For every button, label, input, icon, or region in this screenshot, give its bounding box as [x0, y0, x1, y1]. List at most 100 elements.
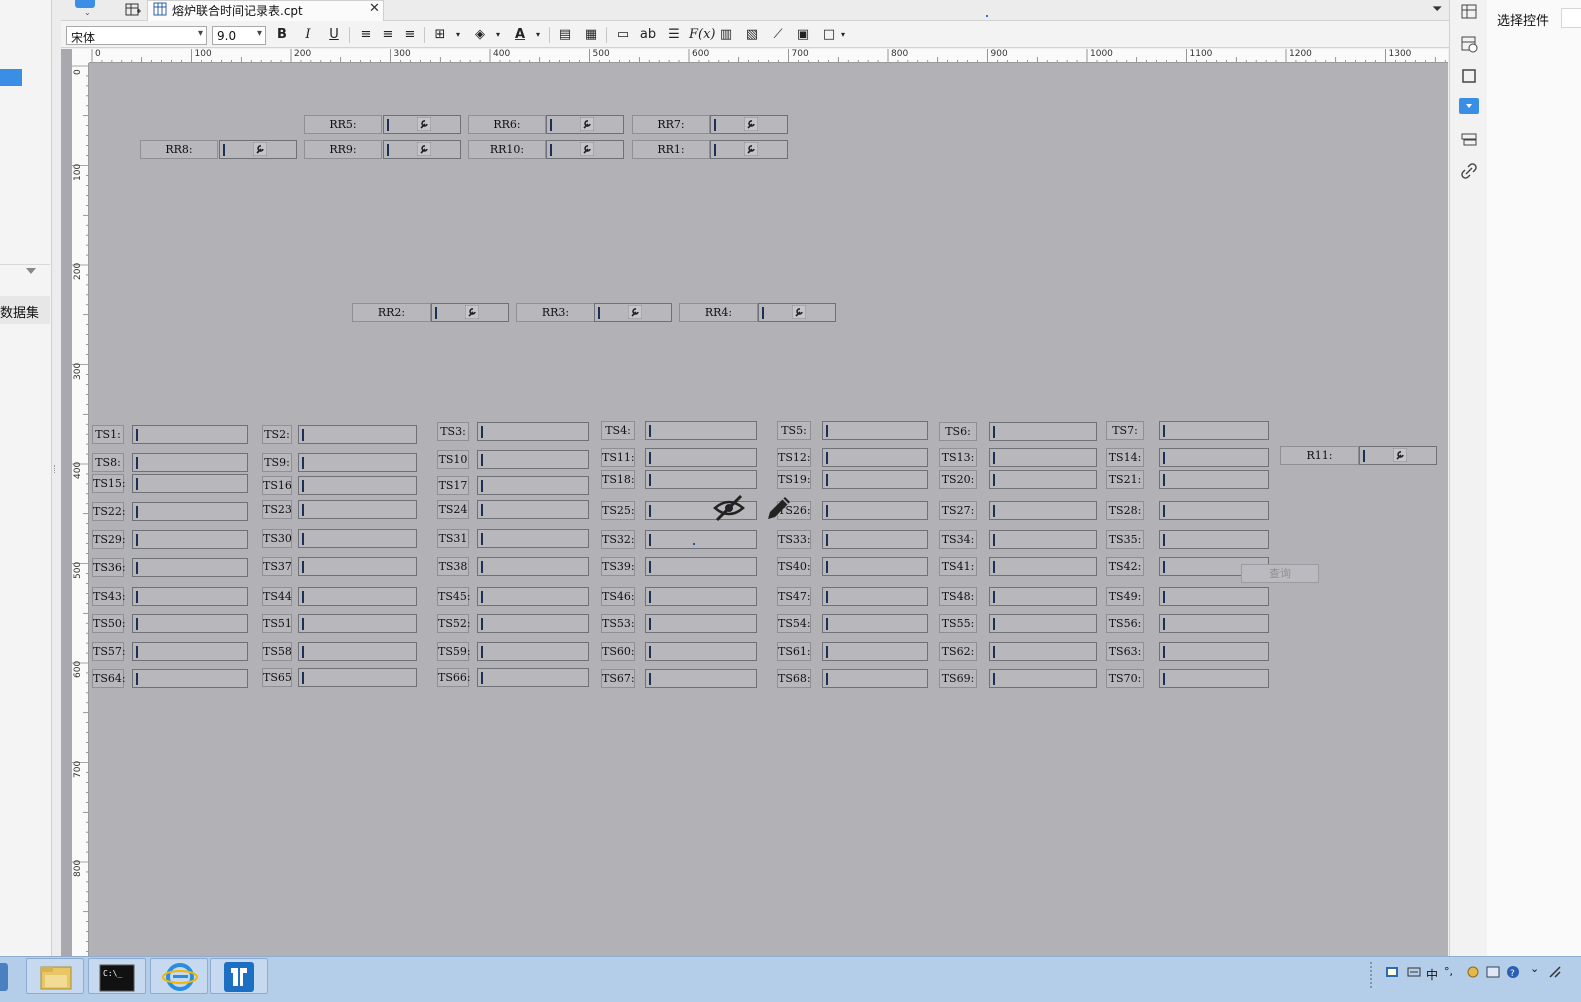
ts-text-input[interactable]: [298, 614, 417, 633]
ts-text-input[interactable]: [822, 642, 928, 661]
wrench-icon[interactable]: [792, 305, 806, 319]
ts-text-input[interactable]: [645, 421, 757, 440]
align-center-icon[interactable]: ≡: [379, 26, 397, 44]
punctuation-icon[interactable]: °,: [1444, 965, 1453, 978]
ts-text-input[interactable]: [645, 642, 757, 661]
ts-text-input[interactable]: [298, 642, 417, 661]
ts-text-input[interactable]: [477, 557, 589, 576]
ts-text-input[interactable]: [822, 587, 928, 606]
wrench-icon[interactable]: [417, 117, 431, 131]
ts-text-input[interactable]: [298, 587, 417, 606]
taskbar-designer-button[interactable]: [210, 958, 268, 994]
ts-text-input[interactable]: [1159, 614, 1269, 633]
ts-text-input[interactable]: [989, 501, 1097, 520]
ts-text-input[interactable]: [645, 448, 757, 467]
splitter-grip-icon[interactable]: [54, 465, 56, 473]
widget-settings-icon[interactable]: [1459, 98, 1479, 114]
wrench-icon[interactable]: [744, 142, 758, 156]
ts-text-input[interactable]: [645, 470, 757, 489]
tree-combo-input[interactable]: [431, 303, 509, 322]
tree-combo-input[interactable]: [758, 303, 836, 322]
start-button-edge[interactable]: [0, 963, 8, 991]
ts-text-input[interactable]: [645, 587, 757, 606]
ts-text-input[interactable]: [1159, 448, 1269, 467]
italic-button[interactable]: I: [299, 26, 317, 44]
tree-combo-input[interactable]: [594, 303, 672, 322]
ts-text-input[interactable]: [298, 500, 417, 519]
left-panel-selected-item[interactable]: [0, 69, 22, 86]
ts-text-input[interactable]: [132, 614, 248, 633]
ts-text-input[interactable]: [822, 614, 928, 633]
keyboard-icon[interactable]: [1407, 965, 1421, 979]
taskbar-cmd-button[interactable]: C:\_: [88, 958, 146, 994]
subreport-icon[interactable]: ▣: [794, 26, 812, 44]
form-design-canvas[interactable]: RR5: RR6: RR7: RR8: RR9: RR10: RR1: RR2: RR3: RR4…: [89, 63, 1448, 963]
tray-settings-icon[interactable]: [1466, 965, 1480, 979]
ts-text-input[interactable]: [298, 425, 417, 444]
ts-text-input[interactable]: [822, 501, 928, 520]
taskbar-ie-button[interactable]: [150, 958, 208, 994]
panel-splitter[interactable]: [52, 0, 61, 963]
wrench-icon[interactable]: [253, 142, 267, 156]
crop-icon[interactable]: [1459, 66, 1479, 86]
chevron-down-icon[interactable]: ▾: [257, 28, 262, 39]
ts-text-input[interactable]: [132, 474, 248, 493]
ts-text-input[interactable]: [645, 530, 757, 549]
ts-text-input[interactable]: [1159, 669, 1269, 688]
insert-text-button[interactable]: ab: [639, 26, 657, 44]
ts-text-input[interactable]: [989, 587, 1097, 606]
new-report-icon[interactable]: [125, 2, 141, 18]
fill-color-icon[interactable]: ◈: [471, 26, 489, 44]
border-icon[interactable]: ⊞: [431, 26, 449, 44]
edit-pencil-icon[interactable]: [762, 491, 796, 525]
ts-text-input[interactable]: [989, 669, 1097, 688]
ts-text-input[interactable]: [1159, 587, 1269, 606]
tray-language[interactable]: 中: [1426, 966, 1438, 983]
slash-icon[interactable]: ⟋: [769, 26, 787, 44]
ts-text-input[interactable]: [132, 642, 248, 661]
ts-text-input[interactable]: [645, 614, 757, 633]
font-size-select[interactable]: 9.0 ▾: [212, 26, 266, 45]
ts-text-input[interactable]: [645, 669, 757, 688]
bold-button[interactable]: B: [273, 26, 291, 44]
ts-text-input[interactable]: [989, 422, 1097, 441]
chevron-down-icon[interactable]: ▾: [489, 26, 507, 44]
ts-text-input[interactable]: [132, 453, 248, 472]
tree-combo-input[interactable]: [219, 140, 297, 159]
ts-text-input[interactable]: [477, 450, 589, 469]
wrench-icon[interactable]: [744, 117, 758, 131]
ts-text-input[interactable]: [132, 425, 248, 444]
input-method-icon[interactable]: [1385, 965, 1399, 979]
wrench-icon[interactable]: [580, 142, 594, 156]
ts-text-input[interactable]: [298, 476, 417, 495]
ts-text-input[interactable]: [645, 557, 757, 576]
close-tab-icon[interactable]: ✕: [369, 1, 380, 16]
ts-text-input[interactable]: [477, 476, 589, 495]
ts-text-input[interactable]: [989, 642, 1097, 661]
ts-text-input[interactable]: [132, 502, 248, 521]
tab-list-icon[interactable]: ⏷: [1432, 2, 1442, 17]
ts-text-input[interactable]: [298, 529, 417, 548]
ts-text-input[interactable]: [132, 558, 248, 577]
hide-eye-icon[interactable]: [712, 491, 746, 525]
chevron-down-icon[interactable]: ▾: [198, 28, 203, 39]
ts-text-input[interactable]: [132, 530, 248, 549]
taskbar-explorer-button[interactable]: [26, 958, 84, 994]
wrench-icon[interactable]: [465, 305, 479, 319]
ts-text-input[interactable]: [822, 557, 928, 576]
chevron-down-icon[interactable]: ▾: [529, 26, 547, 44]
ts-text-input[interactable]: [1159, 421, 1269, 440]
wrench-icon[interactable]: [1393, 448, 1407, 462]
ts-text-input[interactable]: [1159, 642, 1269, 661]
ts-text-input[interactable]: [477, 642, 589, 661]
ts-text-input[interactable]: [822, 470, 928, 489]
ts-text-input[interactable]: [477, 668, 589, 687]
ts-text-input[interactable]: [822, 421, 928, 440]
ts-text-input[interactable]: [822, 669, 928, 688]
ts-text-input[interactable]: [132, 587, 248, 606]
cell-attribute-icon[interactable]: [1459, 34, 1479, 54]
quick-menu-button[interactable]: [75, 0, 95, 8]
chart-icon[interactable]: ▥: [717, 26, 735, 44]
ts-text-input[interactable]: [989, 530, 1097, 549]
ts-text-input[interactable]: [1159, 470, 1269, 489]
